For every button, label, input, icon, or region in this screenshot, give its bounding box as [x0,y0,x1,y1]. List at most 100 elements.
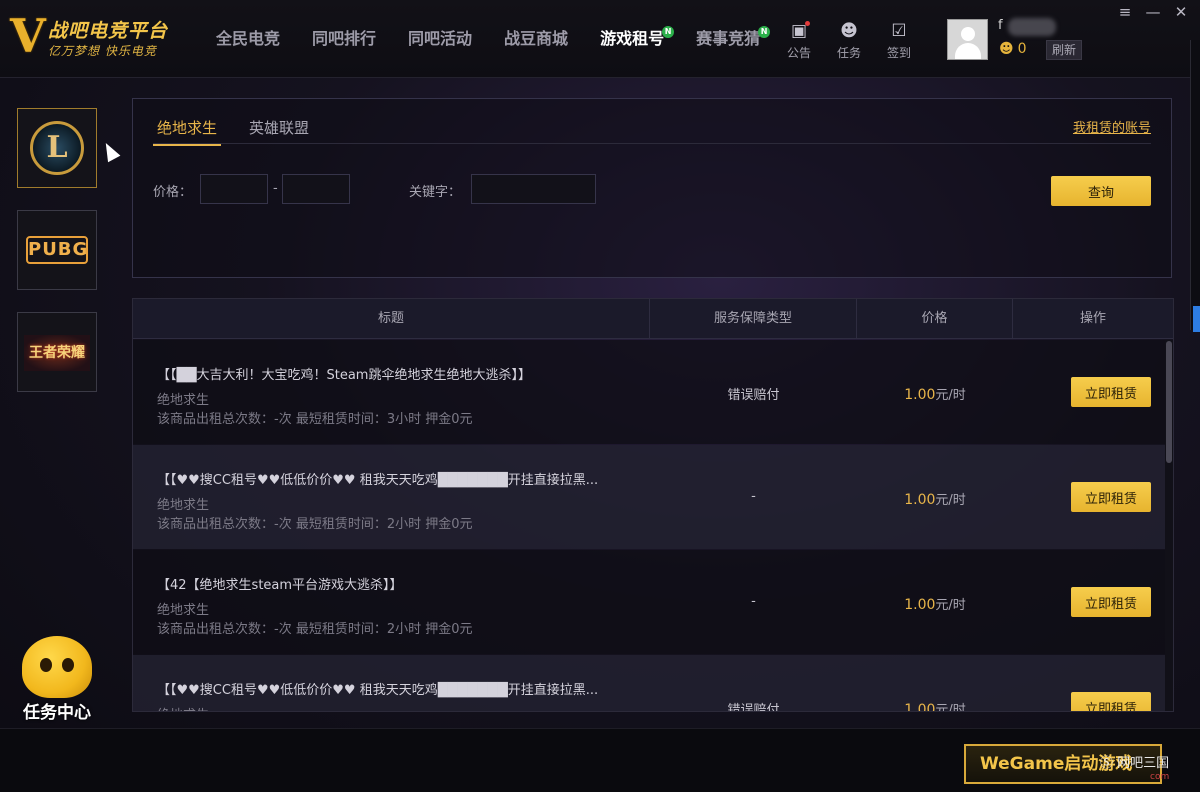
game-tile-pubg[interactable]: PUBG [17,210,97,290]
table-row[interactable]: 【【██大吉大利！大宝吃鸡！Steam跳伞绝地求生绝地大逃杀】】 绝地求生 该商… [133,340,1165,444]
row-game: 绝地求生 [157,704,209,711]
pubg-icon: PUBG [26,236,88,264]
query-button[interactable]: 查询 [1051,176,1151,206]
checkin-label: 签到 [886,46,911,60]
main-nav: 全民电竞 同吧排行 同吧活动 战豆商城 游戏租号 N 赛事竞猜 N [200,0,776,78]
unread-dot [805,21,810,26]
nav-item-quanmin[interactable]: 全民电竞 [200,0,296,78]
logo-mark: V [10,9,46,63]
table-row[interactable]: 【42【绝地求生steam平台游戏大逃杀】】 绝地求生 该商品出租总次数：-次 … [133,550,1165,654]
nav-item-match-betting[interactable]: 赛事竞猜 N [680,0,776,78]
username: f [998,18,1060,38]
price-unit: 元/时 [935,598,966,613]
watermark-text: 网吧三国 [1117,756,1170,771]
brand-logo[interactable]: V 战吧电竞平台 亿万梦想 快乐电竞 [10,12,180,64]
row-title: 【【♥♥搜CC租号♥♥低低价价♥♥ 租我天天吃鸡███████开挂直接拉黑... [157,683,599,698]
task-button[interactable]: ☻ 任务 [830,20,868,61]
top-bar: V 战吧电竞平台 亿万梦想 快乐电竞 全民电竞 同吧排行 同吧活动 战豆商城 游… [0,0,1200,78]
price-range-separator: - [273,181,278,196]
row-game: 绝地求生 [157,603,210,618]
row-price: 1.00元/时 [857,489,1013,508]
username-initial: f [998,18,1003,33]
rent-now-button[interactable]: 立即租赁 [1071,587,1151,617]
mascot-eye [62,658,74,672]
col-service: 服务保障类型 [650,299,857,339]
row-price: 1.00元/时 [857,699,1013,712]
rent-now-button[interactable]: 立即租赁 [1071,692,1151,711]
checkin-icon: ☑ [891,21,907,41]
mascot-eye [40,658,52,672]
table-header: 标题 服务保障类型 价格 操作 [133,299,1173,339]
price-min-input[interactable] [200,174,268,204]
brand-slogan: 亿万梦想 快乐电竞 [48,44,157,58]
keyword-label: 关键字： [409,185,462,200]
price-amount: 1.00 [904,492,936,508]
row-service: - [751,489,756,504]
notice-label: 公告 [786,46,811,60]
task-center-button[interactable]: 任务中心 [15,634,99,723]
table-row[interactable]: 【【♥♥搜CC租号♥♥低低价价♥♥ 租我天天吃鸡███████开挂直接拉黑...… [133,655,1165,712]
table-row[interactable]: 【【♥♥搜CC租号♥♥低低价价♥♥ 租我天天吃鸡███████开挂直接拉黑...… [133,445,1165,549]
quick-actions: ▣ 公告 ☻ 任务 ☑ 签到 [780,20,918,61]
nav-item-activities[interactable]: 同吧活动 [392,0,488,78]
rental-table: 标题 服务保障类型 价格 操作 【【██大吉大利！大宝吃鸡！Steam跳伞绝地求… [132,298,1174,712]
brand-title: 战吧电竞平台 [48,20,169,42]
task-label: 任务 [836,46,861,60]
table-scrollbar-thumb[interactable] [1166,341,1172,463]
filter-panel: 绝地求生 英雄联盟 我租赁的账号 价格： - 关键字： 查询 [132,98,1172,278]
new-badge: N [662,26,675,38]
rent-now-button[interactable]: 立即租赁 [1071,482,1151,512]
nav-item-account-rental[interactable]: 游戏租号 N [584,0,680,78]
row-price: 1.00元/时 [857,594,1013,613]
notice-icon: ▣ [780,20,818,42]
nav-label: 同吧活动 [408,29,473,48]
checkin-button[interactable]: ☑ 签到 [880,20,918,61]
refresh-button[interactable]: 刷新 [1046,40,1082,60]
price-unit: 元/时 [935,703,966,712]
game-tabs: 绝地求生 英雄联盟 [153,114,313,146]
price-label: 价格： [153,185,193,200]
price-unit: 元/时 [935,388,966,403]
row-service: 错误赔付 [727,388,780,403]
table-body: 【【██大吉大利！大宝吃鸡！Steam跳伞绝地求生绝地大逃杀】】 绝地求生 该商… [133,340,1165,712]
watermark-logo-icon: Ⓢ [1100,756,1114,771]
row-title: 【【♥♥搜CC租号♥♥低低价价♥♥ 租我天天吃鸡███████开挂直接拉黑... [157,473,599,488]
nav-item-mall[interactable]: 战豆商城 [488,0,584,78]
keyword-input[interactable] [471,174,596,204]
task-center-label: 任务中心 [23,703,91,723]
wzry-icon: 王者荣耀 [24,335,90,371]
nav-label: 游戏租号 [600,29,665,48]
close-icon[interactable]: ✕ [1172,3,1190,21]
tab-pubg[interactable]: 绝地求生 [153,114,222,146]
new-badge: N [758,26,771,38]
my-rented-accounts-link[interactable]: 我租赁的账号 [1073,117,1151,136]
tab-lol[interactable]: 英雄联盟 [245,114,313,146]
nav-item-ranking[interactable]: 同吧排行 [296,0,392,78]
notice-button[interactable]: ▣ 公告 [780,20,818,61]
nav-label: 全民电竞 [216,29,281,48]
game-tile-lol[interactable]: L [17,108,97,188]
price-max-input[interactable] [282,174,350,204]
row-service: - [751,594,756,609]
coin-icon: ☻ [999,41,1014,57]
row-game: 绝地求生 [157,393,210,408]
row-meta: 该商品出租总次数：-次 最短租赁时间：3小时 押金0元 [157,412,473,427]
avatar[interactable] [947,19,988,60]
col-title: 标题 [133,299,650,339]
price-unit: 元/时 [935,493,966,508]
watermark: Ⓢ 网吧三国 [1100,752,1169,771]
right-edge-accent [1193,306,1200,332]
coin-balance: ☻ 0 [999,41,1027,57]
row-meta: 该商品出租总次数：-次 最短租赁时间：2小时 押金0元 [157,622,473,637]
price-amount: 1.00 [904,702,936,712]
row-meta: 该商品出租总次数：-次 最短租赁时间：2小时 押金0元 [157,517,473,532]
avatar-head [961,27,975,41]
rent-now-button[interactable]: 立即租赁 [1071,377,1151,407]
username-redacted [1008,18,1056,36]
nav-label: 赛事竞猜 [696,29,761,48]
row-game: 绝地求生 [157,498,210,513]
tab-divider [153,143,1151,144]
menu-icon[interactable]: ≡ [1116,3,1134,21]
minimize-icon[interactable]: — [1144,3,1162,21]
game-tile-wzry[interactable]: 王者荣耀 [17,312,97,392]
